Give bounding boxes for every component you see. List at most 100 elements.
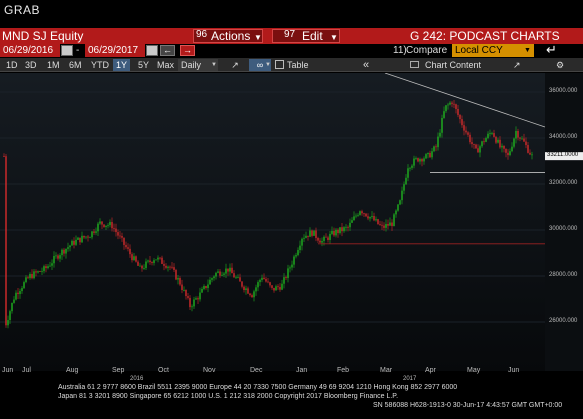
candle-body bbox=[449, 102, 451, 105]
candle-body bbox=[221, 274, 223, 276]
candle-body bbox=[285, 277, 287, 278]
collapse-icon[interactable]: « bbox=[360, 59, 372, 71]
candle-body bbox=[481, 141, 483, 147]
candle-body bbox=[169, 266, 171, 268]
candle-body bbox=[197, 298, 199, 300]
candle-body bbox=[123, 237, 125, 245]
range-ytd[interactable]: YTD bbox=[88, 59, 112, 71]
candle-body bbox=[47, 266, 49, 269]
candle-body bbox=[457, 108, 459, 115]
candle-body bbox=[77, 237, 79, 240]
candle-body bbox=[423, 158, 425, 162]
candle-body bbox=[185, 289, 187, 297]
candle-body bbox=[317, 237, 319, 241]
footer-serial-line: SN 586088 H628-1913-0 30-Jun-17 4:43:57 … bbox=[373, 402, 563, 409]
range-max[interactable]: Max bbox=[154, 59, 177, 71]
actions-label[interactable]: Actions bbox=[211, 29, 250, 43]
footer-contacts-line-1: Australia 61 2 9777 8600 Brazil 5511 239… bbox=[58, 384, 458, 391]
candle-body bbox=[85, 236, 87, 238]
range-5y[interactable]: 5Y bbox=[135, 59, 152, 71]
candle-body bbox=[275, 286, 277, 291]
range-1d[interactable]: 1D bbox=[3, 59, 21, 71]
candle-body bbox=[113, 228, 115, 229]
candle-body bbox=[393, 214, 395, 227]
candle-body bbox=[39, 271, 41, 272]
line-chart-icon[interactable]: ↗ bbox=[225, 59, 245, 71]
settings-icon[interactable]: ⚙ bbox=[553, 59, 567, 71]
candle-body bbox=[469, 134, 471, 143]
candle-body bbox=[79, 237, 81, 243]
candle-body bbox=[11, 302, 13, 312]
candle-body bbox=[65, 248, 67, 254]
price-chart[interactable] bbox=[0, 73, 583, 371]
candle-body bbox=[239, 277, 241, 282]
candle-body bbox=[5, 156, 7, 326]
candle-body bbox=[389, 222, 391, 226]
candle-body bbox=[353, 216, 355, 221]
range-3d[interactable]: 3D bbox=[22, 59, 40, 71]
chart-area[interactable]: 36000.000 34000.000 32000.000 30000.000 2800… bbox=[0, 73, 583, 371]
candle-body bbox=[483, 141, 485, 143]
currency-select[interactable]: Local CCY bbox=[452, 44, 534, 57]
candle-body bbox=[237, 277, 239, 279]
candle-body bbox=[171, 266, 173, 268]
candle-body bbox=[181, 284, 183, 291]
candle-body bbox=[403, 184, 405, 191]
table-button[interactable]: Table bbox=[284, 59, 312, 71]
end-date-field[interactable]: 06/29/2017 bbox=[85, 44, 145, 57]
candle-body bbox=[7, 320, 9, 326]
candle-body bbox=[101, 221, 103, 225]
candle-body bbox=[243, 286, 245, 290]
candle-body bbox=[81, 235, 83, 243]
candle-body bbox=[375, 219, 377, 221]
candle-body bbox=[395, 210, 397, 215]
candle-body bbox=[493, 133, 495, 137]
candle-body bbox=[249, 293, 251, 296]
range-back-icon[interactable]: ← bbox=[160, 45, 175, 56]
chart-content-button[interactable]: Chart Content bbox=[422, 59, 484, 71]
candle-body bbox=[497, 139, 499, 143]
price-tick-label: 30000.000 bbox=[549, 226, 578, 232]
candle-body bbox=[521, 138, 523, 140]
expand-icon[interactable]: ↗ bbox=[510, 59, 524, 71]
candle-body bbox=[111, 222, 113, 229]
candle-body bbox=[97, 223, 99, 232]
candle-body bbox=[183, 289, 185, 291]
candle-body bbox=[399, 200, 401, 205]
candle-body bbox=[83, 235, 85, 238]
start-calendar-icon[interactable] bbox=[61, 45, 73, 56]
range-1y[interactable]: 1Y bbox=[113, 59, 131, 71]
candle-body bbox=[391, 222, 393, 227]
ticker-label[interactable]: MND SJ Equity bbox=[2, 29, 83, 43]
compare-button[interactable]: Compare bbox=[406, 45, 447, 56]
range-1m[interactable]: 1M bbox=[44, 59, 63, 71]
candle-body bbox=[397, 204, 399, 211]
candle-body bbox=[119, 235, 121, 237]
candle-body bbox=[371, 215, 373, 217]
candle-body bbox=[329, 233, 331, 240]
candle-body bbox=[189, 297, 191, 308]
candle-body bbox=[333, 230, 335, 236]
candle-body bbox=[415, 158, 417, 159]
candle-body bbox=[289, 267, 291, 269]
candle-body bbox=[229, 267, 231, 272]
date-tick-label: Jan bbox=[296, 367, 308, 374]
candle-body bbox=[225, 268, 227, 274]
end-calendar-icon[interactable] bbox=[146, 45, 158, 56]
candle-body bbox=[459, 114, 461, 120]
candle-body bbox=[487, 133, 489, 139]
table-icon[interactable] bbox=[275, 60, 284, 69]
candle-body bbox=[327, 237, 329, 240]
candle-body bbox=[91, 231, 93, 238]
candle-body bbox=[263, 277, 265, 280]
start-date-field[interactable]: 06/29/2016 bbox=[0, 44, 60, 57]
edit-label[interactable]: Edit bbox=[302, 29, 323, 43]
page-title: G 242: PODCAST CHARTS bbox=[410, 29, 560, 43]
back-icon[interactable]: ↵ bbox=[546, 42, 557, 58]
candle-body bbox=[291, 264, 293, 268]
candle-body bbox=[527, 145, 529, 153]
range-6m[interactable]: 6M bbox=[66, 59, 85, 71]
candle-body bbox=[3, 156, 5, 157]
range-forward-icon[interactable]: → bbox=[180, 45, 195, 56]
candle-body bbox=[217, 271, 219, 273]
